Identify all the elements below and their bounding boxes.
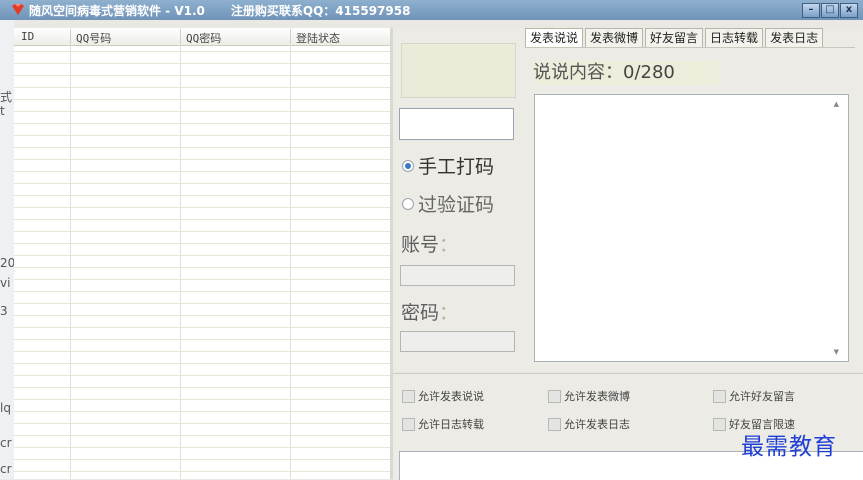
edge-text: cr — [0, 436, 12, 450]
minimize-button[interactable]: – — [802, 3, 820, 18]
account-label: 账号： — [401, 234, 459, 256]
checkbox-icon — [402, 389, 415, 403]
captcha-image — [401, 43, 516, 98]
edge-text: 式 — [0, 90, 13, 104]
character-count: 0/280 — [623, 62, 675, 83]
scroll-down-arrow-icon[interactable]: ▼ — [834, 348, 839, 356]
column-header-qq-password[interactable]: QQ密码 — [186, 30, 221, 46]
password-input[interactable] — [400, 331, 515, 352]
edge-text: 3 — [0, 304, 8, 318]
window-controls: – □ x — [801, 3, 858, 18]
scroll-up-arrow-icon[interactable]: ▲ — [834, 100, 839, 108]
edge-text: vi — [0, 276, 11, 290]
maximize-button[interactable]: □ — [821, 3, 839, 18]
edge-text: lq — [0, 401, 11, 415]
tab-post-shuoshuo[interactable]: 发表说说 — [525, 28, 584, 48]
close-button[interactable]: x — [840, 3, 858, 18]
tab-friend-message[interactable]: 好友留言 — [645, 28, 704, 48]
content-counter: 说说内容：0/280 — [533, 61, 719, 85]
radio-manual-captcha[interactable]: 手工打码 — [402, 152, 494, 179]
checkbox-icon — [402, 417, 415, 431]
background-window-edge: 式 t 20 vi 3 lq cr cr — [0, 20, 16, 479]
account-input[interactable] — [400, 265, 515, 286]
post-content-textarea[interactable]: ▲ ▼ — [534, 94, 849, 362]
tab-post-weibo[interactable]: 发表微博 — [585, 28, 644, 48]
checkbox-allow-post-weibo[interactable]: 允许发表微博 — [548, 388, 630, 404]
checkbox-icon — [548, 389, 561, 403]
contact-text: 注册购买联系QQ：415597958 — [230, 3, 411, 18]
app-logo-icon — [12, 4, 24, 15]
checkbox-icon — [548, 417, 561, 431]
edge-text: cr — [0, 462, 12, 476]
title-bar: 随风空间病毒式营销软件 - V1.0 注册购买联系QQ：415597958 – □… — [0, 0, 863, 20]
checkbox-allow-friend-message[interactable]: 允许好友留言 — [713, 388, 795, 404]
tab-blog-repost[interactable]: 日志转载 — [705, 28, 764, 48]
password-label: 密码： — [401, 302, 459, 324]
tab-bar: 发表说说 发表微博 好友留言 日志转载 发表日志 — [525, 28, 825, 48]
watermark-text: 最需教育 — [741, 434, 837, 460]
account-table[interactable]: ID QQ号码 QQ密码 登陆状态 — [14, 28, 391, 479]
column-header-qq-number[interactable]: QQ号码 — [76, 30, 111, 46]
radio-selected-icon — [402, 159, 414, 172]
edge-text: t — [0, 104, 5, 118]
checkbox-allow-blog-repost[interactable]: 允许日志转载 — [402, 416, 484, 432]
tab-post-blog[interactable]: 发表日志 — [765, 28, 824, 48]
window-title: 随风空间病毒式营销软件 - V1.0 注册购买联系QQ：415597958 — [29, 3, 411, 18]
checkbox-icon — [713, 417, 726, 431]
checkbox-allow-post-shuoshuo[interactable]: 允许发表说说 — [402, 388, 484, 404]
radio-bypass-captcha[interactable]: 过验证码 — [402, 190, 494, 217]
edge-text: 20 — [0, 256, 16, 270]
checkbox-icon — [713, 389, 726, 403]
captcha-input[interactable] — [399, 108, 514, 140]
column-header-id[interactable]: ID — [21, 30, 34, 43]
table-header: ID QQ号码 QQ密码 登陆状态 — [14, 28, 390, 46]
checkbox-allow-post-blog[interactable]: 允许发表日志 — [548, 416, 630, 432]
column-header-login-status[interactable]: 登陆状态 — [296, 30, 340, 46]
radio-unselected-icon — [402, 197, 414, 210]
